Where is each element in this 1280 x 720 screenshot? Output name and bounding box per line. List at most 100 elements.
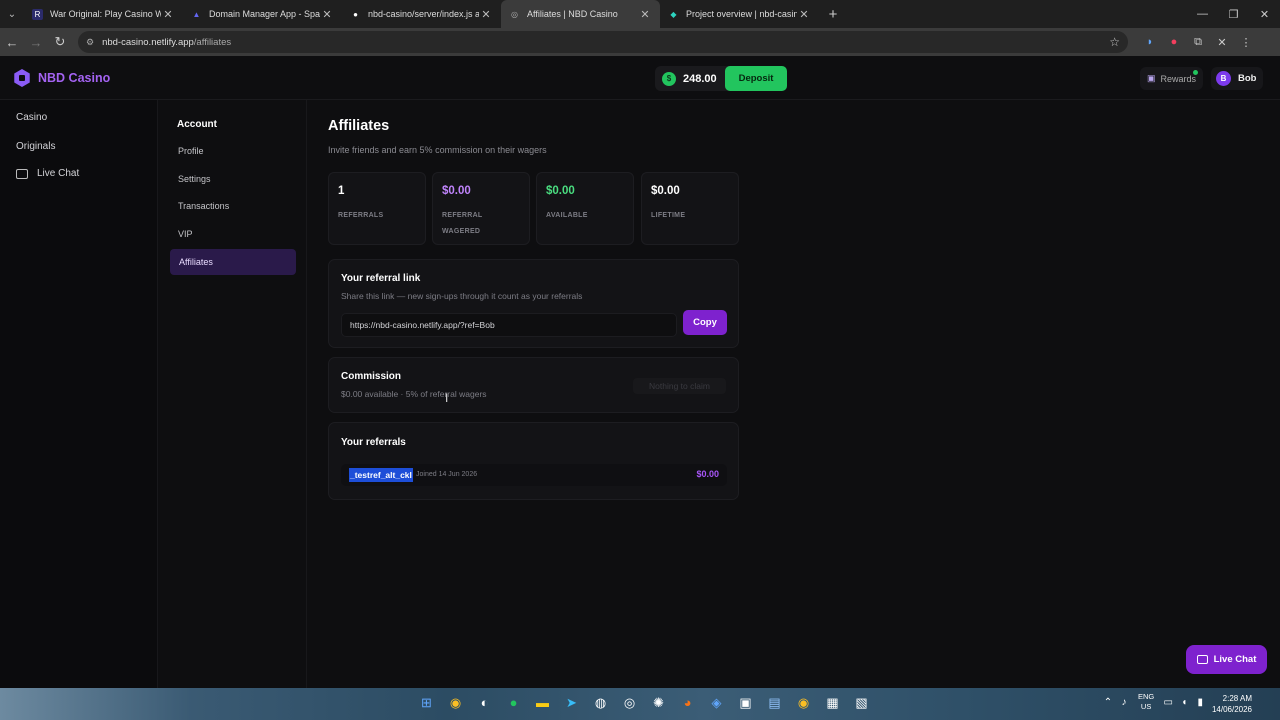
tab-close-icon[interactable]: ✕ <box>797 8 811 21</box>
account-nav-affiliates[interactable]: Affiliates <box>170 249 296 275</box>
brand-name: NBD Casino <box>38 71 111 85</box>
start-icon[interactable]: ⊞ <box>412 695 441 711</box>
stat-label: Lifetime <box>651 212 686 219</box>
profile-icon[interactable]: ✕ <box>1210 36 1234 49</box>
language-indicator[interactable]: ENG US <box>1138 692 1154 712</box>
account-nav-transactions[interactable]: Transactions <box>178 201 229 211</box>
lang-region: US <box>1140 702 1152 711</box>
stat-value: 1 <box>338 185 345 197</box>
rewards-button[interactable]: ▣ Rewards <box>1140 67 1203 90</box>
forward-icon[interactable]: → <box>24 35 48 50</box>
browser-icon[interactable]: ◕ <box>673 695 702 711</box>
menu-kebab-icon[interactable]: ⋮ <box>1234 36 1258 49</box>
browser-tab-bar: ⌄ R War Original: Play Casino War C ✕ ▲ … <box>0 0 1280 28</box>
commission-card: Commission $0.00 available · 5% of refer… <box>328 357 739 413</box>
microphone-icon[interactable]: ♪ <box>1116 697 1132 708</box>
close-window-icon[interactable]: ✕ <box>1249 8 1280 21</box>
openai-icon[interactable]: ✺ <box>644 695 673 711</box>
puzzle-icon[interactable]: ⧉ <box>1186 36 1210 49</box>
sidebar-item-originals[interactable]: Originals <box>16 141 55 152</box>
minimize-icon[interactable]: — <box>1187 8 1218 21</box>
telegram-icon[interactable]: ➤ <box>557 695 586 711</box>
claim-button[interactable]: Nothing to claim <box>633 378 726 394</box>
chat-bubble-icon <box>16 168 28 179</box>
chrome-icon[interactable]: ◉ <box>441 695 470 711</box>
referral-username: _testref_alt_ckl <box>349 468 413 482</box>
tab-favicon-icon: ◎ <box>511 9 518 19</box>
sidebar-item-casino[interactable]: Casino <box>16 112 47 123</box>
stat-card-referral-wagered: $0.00 Referral Wagered <box>432 172 530 245</box>
app-icon[interactable]: ▦ <box>818 695 847 711</box>
page-subtitle: Invite friends and earn 5% commission on… <box>328 145 547 155</box>
chrome-icon[interactable]: ◉ <box>789 695 818 711</box>
tab-label: Affiliates | NBD Casino <box>527 9 618 19</box>
tab-close-icon[interactable]: ✕ <box>638 8 652 21</box>
tab-close-icon[interactable]: ✕ <box>161 8 175 21</box>
stat-card-lifetime: $0.00 Lifetime <box>641 172 739 245</box>
volume-icon[interactable]: ◖ <box>1176 697 1192 708</box>
reload-icon[interactable]: ↻ <box>48 34 72 50</box>
url-host: nbd-casino.netlify.app <box>102 36 194 48</box>
referral-link-card: Your referral link Share this link — new… <box>328 259 739 348</box>
stat-value: $0.00 <box>651 185 680 197</box>
browser-tab-1[interactable]: R War Original: Play Casino War C ✕ <box>24 0 183 28</box>
browser-tab-2[interactable]: ▲ Domain Manager App - Spacesh ✕ <box>183 0 342 28</box>
tab-favicon-icon: R <box>32 8 43 20</box>
account-nav-settings[interactable]: Settings <box>178 174 211 184</box>
folder-icon[interactable]: ▬ <box>528 695 557 711</box>
discord-icon[interactable]: ◐ <box>470 695 499 711</box>
account-nav: Account Profile Settings Transactions VI… <box>159 100 307 688</box>
site-info-icon[interactable]: ⚙ <box>86 37 94 48</box>
clock-date: 14/06/2026 <box>1211 705 1252 714</box>
balance-widget: $ 248.00 Deposit <box>655 66 787 91</box>
referral-link-field[interactable]: https://nbd-casino.netlify.app/?ref=Bob <box>341 313 677 337</box>
user-menu-button[interactable]: B Bob <box>1211 67 1263 90</box>
browser-tab-5[interactable]: ◆ Project overview | nbd-casino | ✕ <box>660 0 819 28</box>
tab-favicon-icon: ▲ <box>192 9 201 19</box>
spotify-icon[interactable]: ● <box>499 695 528 711</box>
vscode-icon[interactable]: ◈ <box>702 695 731 711</box>
tab-favicon-icon: ● <box>353 9 358 19</box>
taskbar-clock[interactable]: 2:28 AM 14/06/2026 <box>1206 693 1252 715</box>
referral-link-title: Your referral link <box>341 273 421 284</box>
live-chat-button[interactable]: Live Chat <box>1186 645 1267 674</box>
casino-app: NBD Casino $ 248.00 Deposit ▣ Rewards B … <box>0 56 1280 688</box>
brand-logo[interactable]: NBD Casino <box>13 69 110 87</box>
deposit-button[interactable]: Deposit <box>725 66 787 91</box>
url-path: /affiliates <box>193 36 232 48</box>
commission-description: $0.00 available · 5% of referral wagers <box>341 389 487 399</box>
tab-favicon-icon: ◆ <box>670 9 677 19</box>
notepad-icon[interactable]: ▤ <box>760 695 789 711</box>
live-chat-label: Live Chat <box>1213 654 1257 665</box>
browser-tab-3[interactable]: ● nbd-casino/server/index.js at m ✕ <box>342 0 501 28</box>
maximize-icon[interactable]: ❐ <box>1218 8 1249 21</box>
back-icon[interactable]: ← <box>0 35 24 50</box>
gift-icon: ▣ <box>1146 73 1156 83</box>
tab-close-icon[interactable]: ✕ <box>320 8 334 21</box>
os-taskbar: ⊞ ◉ ◐ ● ▬ ➤ ◍ ◎ ✺ ◕ ◈ ▣ ▤ ◉ ▦ ▧ ⌃ ♪ ENG U… <box>0 688 1280 720</box>
new-tab-icon[interactable]: + <box>819 6 847 23</box>
terminal-icon[interactable]: ▣ <box>731 695 760 711</box>
account-nav-profile[interactable]: Profile <box>178 146 204 156</box>
stat-label: Referrals <box>338 212 384 219</box>
address-bar[interactable]: ⚙ nbd-casino.netlify.app/affiliates ☆ <box>78 31 1128 53</box>
notification-dot <box>1193 70 1198 75</box>
copy-button[interactable]: Copy <box>683 310 727 335</box>
extension-icon[interactable]: ● <box>1162 36 1186 49</box>
steam-icon[interactable]: ◎ <box>615 695 644 711</box>
stat-label: Referral Wagered <box>442 212 483 235</box>
tray-chevron-icon[interactable]: ⌃ <box>1100 697 1116 708</box>
game-controller-icon[interactable]: ◍ <box>586 695 615 711</box>
tab-close-icon[interactable]: ✕ <box>479 8 493 21</box>
user-name: Bob <box>1238 73 1257 84</box>
sidebar-item-live-chat[interactable]: Live Chat <box>16 168 79 179</box>
browser-tab-4[interactable]: ◎ Affiliates | NBD Casino ✕ <box>501 0 660 28</box>
bookmark-star-icon[interactable]: ☆ <box>1109 35 1120 49</box>
tab-search-chevron-icon[interactable]: ⌄ <box>0 0 24 28</box>
app-icon[interactable]: ▧ <box>847 695 876 711</box>
balance-amount: 248.00 <box>683 72 717 85</box>
account-nav-vip[interactable]: VIP <box>178 229 193 239</box>
network-icon[interactable]: ▭ <box>1160 697 1176 708</box>
extension-icon[interactable]: ◗ <box>1138 36 1162 49</box>
table-row: _testref_alt_ckl Joined 14 Jun 2026 $0.0… <box>341 464 727 486</box>
